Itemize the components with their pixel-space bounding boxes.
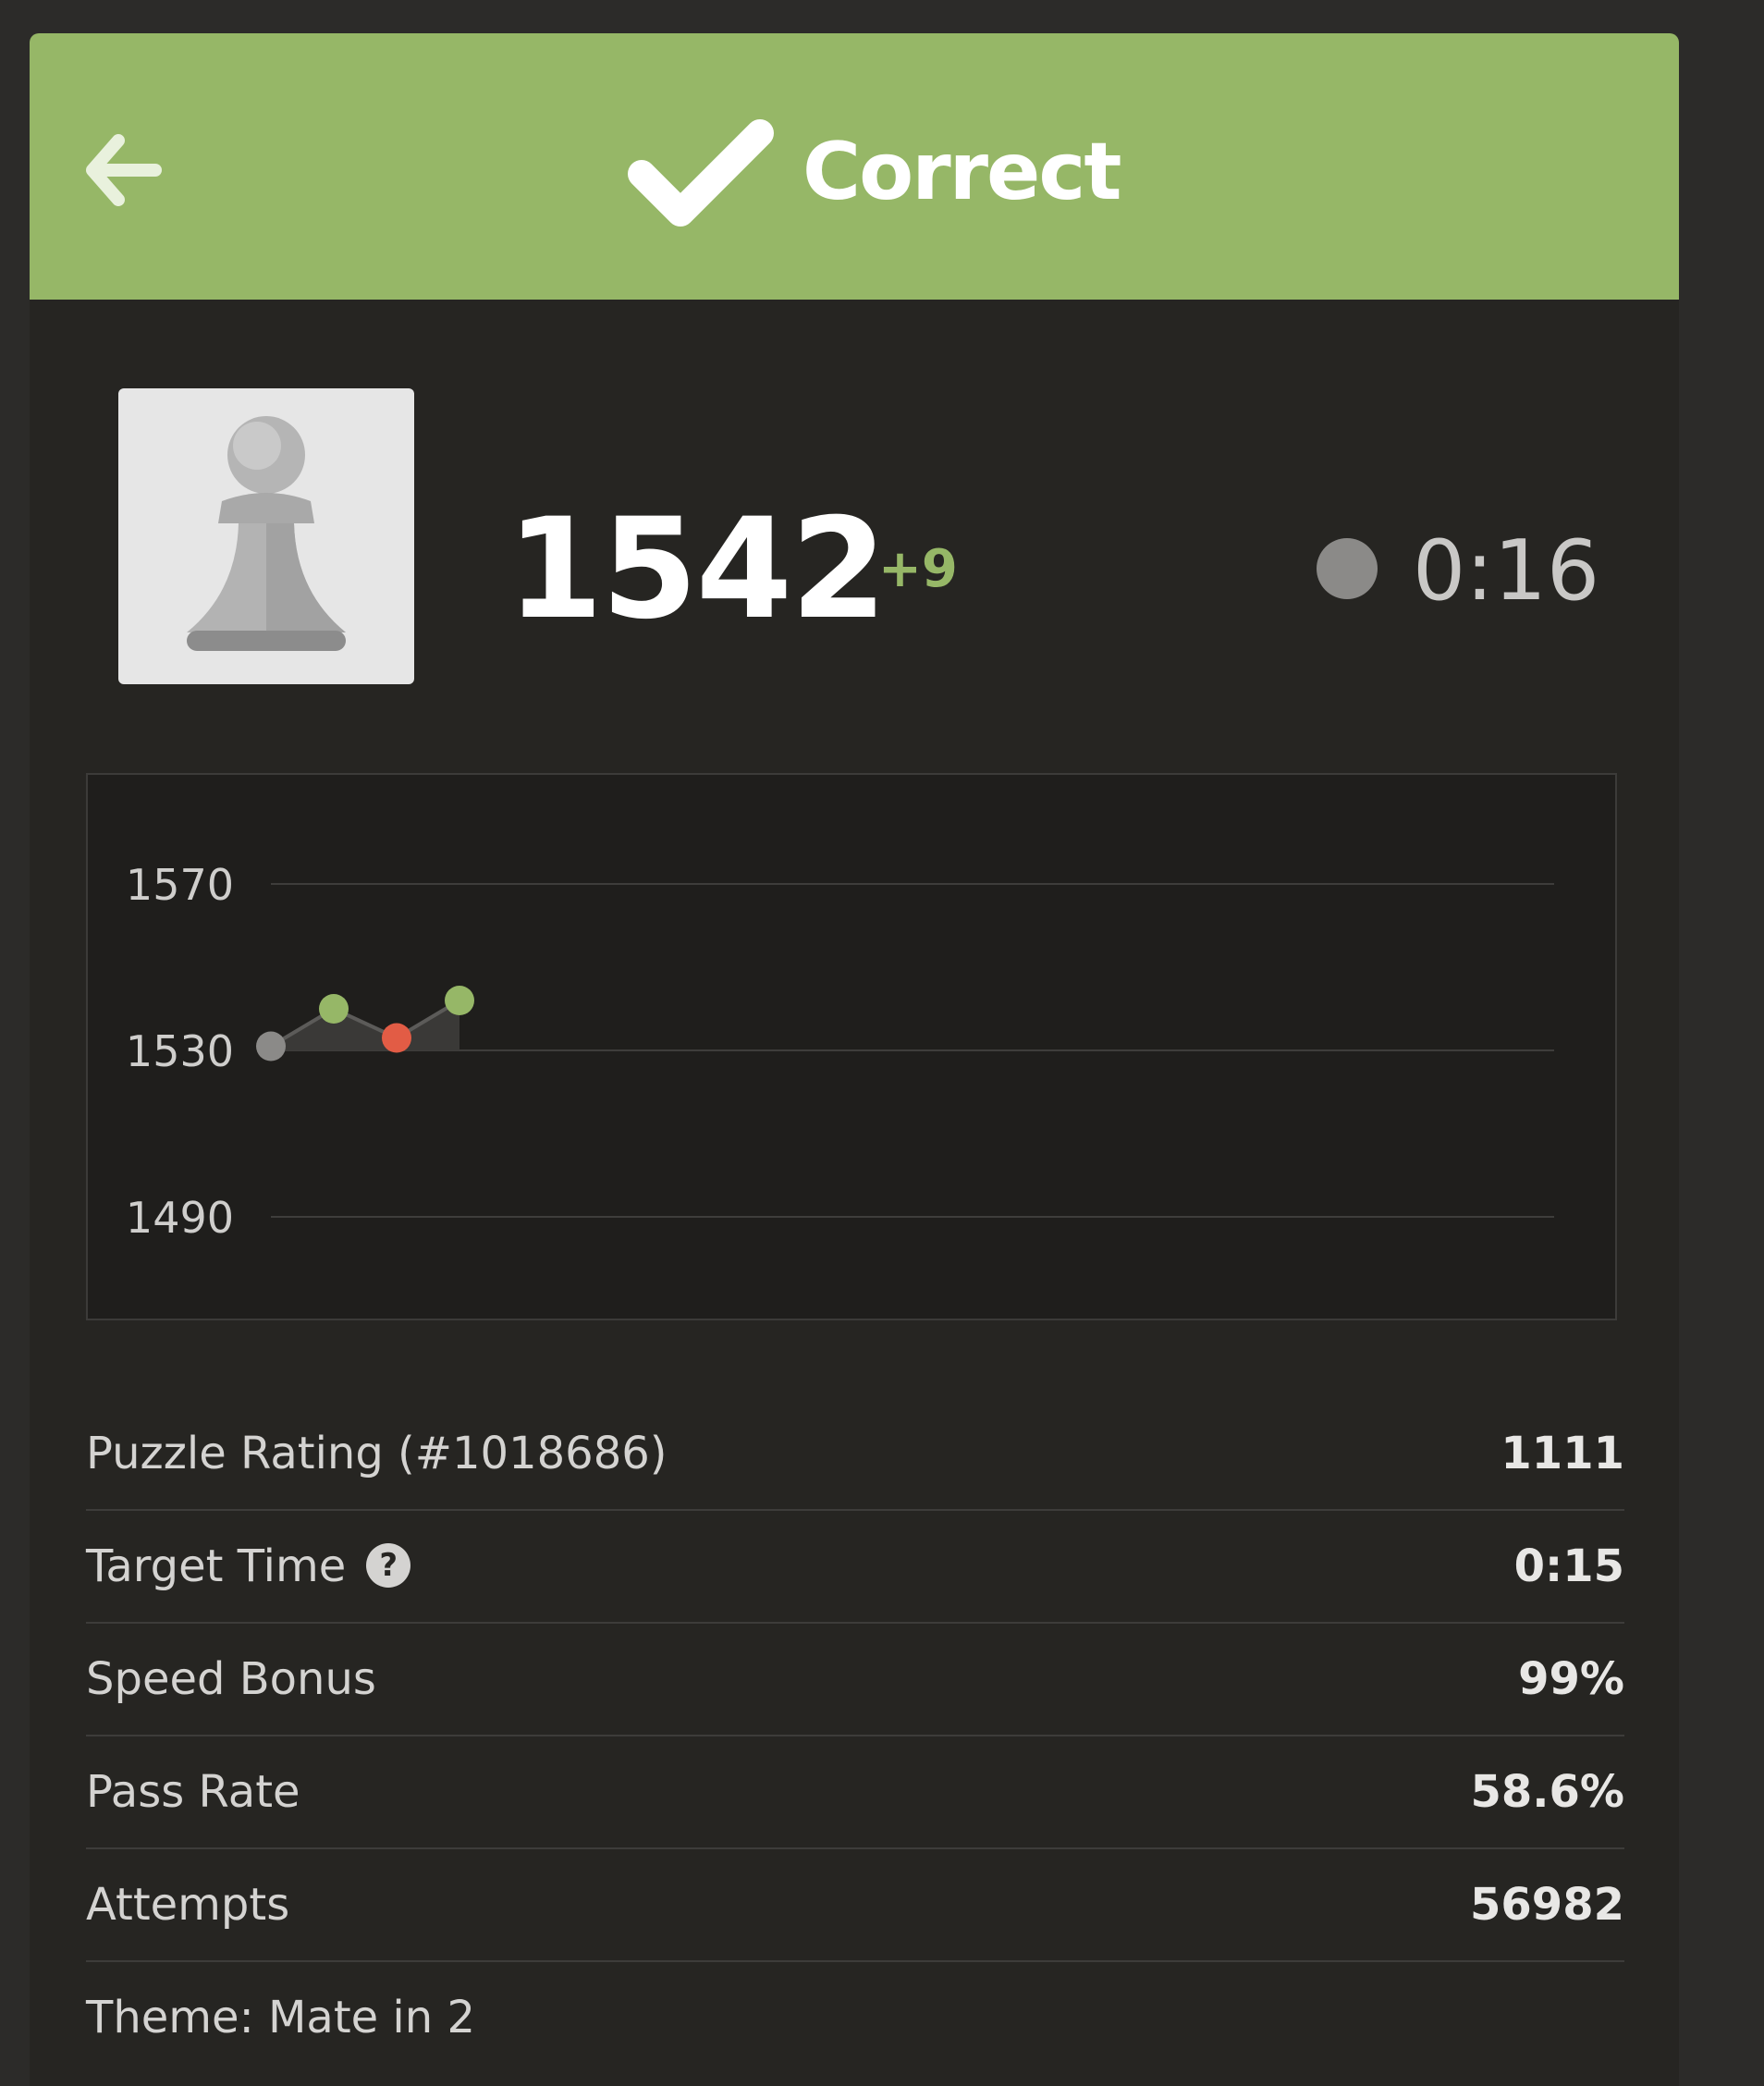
result-title: Correct	[802, 126, 1121, 218]
chart-point	[382, 1023, 411, 1053]
chart-svg: 1570 1530 1490	[126, 860, 1554, 1243]
player-rating: 1542	[507, 489, 887, 650]
chart-area	[271, 1000, 459, 1050]
stat-label: Puzzle Rating (#1018686)	[86, 1428, 668, 1479]
result-header: Correct	[30, 33, 1679, 300]
stat-label-wrap: Target Time?	[86, 1539, 411, 1594]
chart-tick-label: 1530	[126, 1026, 234, 1076]
clock-time: 0:16	[1413, 522, 1600, 620]
chart-point	[319, 994, 349, 1024]
stat-row-theme: Theme: Mate in 2	[86, 1962, 1624, 2073]
rating-delta: +9	[878, 539, 958, 599]
pawn-icon	[187, 416, 346, 651]
checkmark-icon	[621, 117, 778, 237]
avatar	[118, 388, 414, 684]
stat-value: 99%	[1518, 1653, 1624, 1705]
stat-row-attempts: Attempts 56982	[86, 1849, 1624, 1962]
stat-value: 1111	[1501, 1428, 1624, 1479]
chart-point	[256, 1031, 286, 1061]
stat-label: Attempts	[86, 1879, 290, 1931]
stat-value: 58.6%	[1470, 1766, 1624, 1818]
stat-label: Pass Rate	[86, 1766, 300, 1818]
stat-label: Theme: Mate in 2	[86, 1992, 475, 2043]
arrow-left-icon	[86, 134, 162, 206]
help-icon[interactable]: ?	[366, 1543, 411, 1588]
stat-row-speed-bonus: Speed Bonus 99%	[86, 1624, 1624, 1736]
stat-row-puzzle-rating: Puzzle Rating (#1018686) 1111	[86, 1398, 1624, 1511]
puzzle-stats: Puzzle Rating (#1018686) 1111 Target Tim…	[86, 1398, 1624, 2073]
puzzle-result-panel: Correct 1542 +9 0:16 1570 1530 1490 Puzzle…	[30, 33, 1679, 2086]
back-button[interactable]	[81, 126, 170, 215]
chart-tick-label: 1490	[126, 1193, 234, 1243]
chart-tick-label: 1570	[126, 860, 234, 910]
stat-row-pass-rate: Pass Rate 58.6%	[86, 1736, 1624, 1849]
stat-label: Speed Bonus	[86, 1653, 376, 1705]
rating-history-chart: 1570 1530 1490	[86, 773, 1617, 1320]
stat-label: Target Time	[86, 1540, 347, 1592]
stat-value: 56982	[1470, 1879, 1624, 1931]
chart-point	[445, 986, 474, 1015]
stat-value: 0:15	[1513, 1540, 1624, 1592]
clock-dot-icon	[1317, 538, 1378, 599]
stat-row-target-time: Target Time? 0:15	[86, 1511, 1624, 1624]
